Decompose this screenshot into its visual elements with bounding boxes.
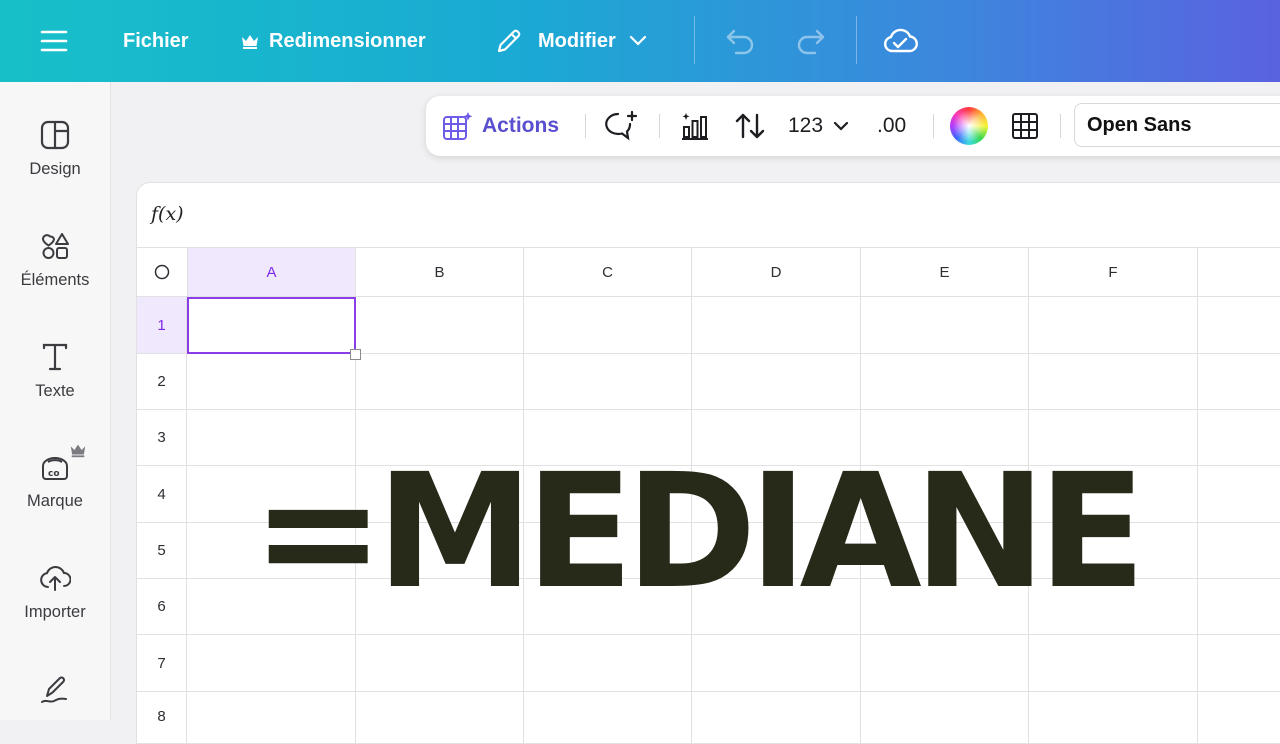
row-header-6[interactable]: 6 (137, 579, 187, 635)
file-menu-label: Fichier (123, 29, 189, 52)
select-all-corner[interactable] (137, 248, 188, 297)
sidebar-item-import[interactable]: Importer (0, 563, 110, 622)
circle-icon (154, 264, 170, 280)
grid-line (187, 634, 1280, 635)
formula-bar[interactable]: f(x) (137, 183, 1280, 248)
overlay-title: =MEDIANE (252, 439, 1146, 624)
edit-mode-label: Modifier (538, 29, 616, 52)
top-bar: Fichier Redimensionner Modifier (0, 0, 1280, 82)
file-menu-button[interactable]: Fichier (123, 0, 189, 82)
chevron-down-icon (833, 121, 849, 131)
decimal-label: .00 (877, 114, 907, 137)
grid-line (187, 409, 1280, 410)
fill-handle[interactable] (350, 349, 361, 360)
font-family-select[interactable]: Open Sans (1074, 103, 1280, 147)
selected-cell-a1[interactable] (187, 297, 356, 354)
row-header-2[interactable]: 2 (137, 354, 187, 410)
sidebar-item-text[interactable]: Texte (0, 342, 110, 401)
row-header-5[interactable]: 5 (137, 523, 187, 579)
hamburger-icon (40, 30, 68, 52)
magic-table-icon (443, 112, 473, 140)
left-sidebar: Design Éléments Texte co Marque Importer (0, 82, 111, 720)
cloud-check-icon (883, 28, 918, 53)
row-header-3[interactable]: 3 (137, 410, 187, 466)
undo-button[interactable] (724, 0, 756, 82)
row-header-8[interactable]: 8 (137, 692, 187, 743)
color-picker-button[interactable] (950, 96, 988, 156)
undo-icon (726, 29, 754, 55)
grid-line (187, 691, 1280, 692)
bar-chart-sparkle-icon (682, 113, 708, 140)
column-header-f[interactable]: F (1029, 248, 1198, 297)
number-format-dropdown[interactable]: 123 (788, 96, 850, 156)
actions-button[interactable]: Actions (442, 96, 559, 156)
crown-icon (70, 444, 86, 458)
sidebar-item-brand[interactable]: co Marque (0, 452, 110, 511)
sidebar-item-label: Éléments (20, 271, 90, 289)
grid-icon (1012, 113, 1038, 139)
text-icon (42, 343, 68, 371)
formula-label: f(x) (151, 203, 184, 225)
column-header-e[interactable]: E (861, 248, 1029, 297)
comment-button[interactable] (604, 96, 640, 156)
chevron-down-icon (629, 35, 646, 46)
toolbar-divider (659, 114, 660, 138)
row-header-1[interactable]: 1 (137, 297, 187, 354)
shapes-icon (41, 233, 69, 259)
table-borders-button[interactable] (1010, 96, 1040, 156)
crown-icon (242, 35, 258, 49)
column-header-b[interactable]: B (356, 248, 524, 297)
toolbar-divider (1060, 114, 1061, 138)
redo-icon (797, 29, 825, 55)
decimal-places-button[interactable]: .00 (877, 96, 906, 156)
column-header-c[interactable]: C (524, 248, 692, 297)
column-header-g[interactable]: G (1198, 248, 1280, 297)
brand-kit-icon: co (42, 457, 68, 480)
cloud-save-status-button[interactable] (882, 0, 918, 82)
cloud-upload-icon (40, 566, 71, 591)
font-family-label: Open Sans (1087, 113, 1192, 136)
sidebar-item-label: Importer (24, 603, 86, 621)
table-toolbar: Actions 123 .00 Open Sans (426, 96, 1280, 156)
chart-button[interactable] (679, 96, 711, 156)
row-header-7[interactable]: 7 (137, 635, 187, 692)
topbar-divider (856, 16, 857, 64)
resize-button[interactable]: Redimensionner (240, 0, 426, 82)
sidebar-item-design[interactable]: Design (0, 120, 110, 179)
sidebar-item-label: Design (29, 160, 81, 178)
row-header-4[interactable]: 4 (137, 466, 187, 523)
svg-text:co: co (48, 469, 60, 479)
resize-label: Redimensionner (269, 29, 426, 52)
color-wheel-icon (950, 107, 988, 145)
column-header-d[interactable]: D (692, 248, 861, 297)
sort-icon (735, 113, 765, 139)
actions-label: Actions (482, 114, 560, 137)
sidebar-item-elements[interactable]: Éléments (0, 231, 110, 290)
draw-pen-icon (41, 676, 67, 703)
toolbar-divider (933, 114, 934, 138)
column-header-a[interactable]: A (188, 248, 356, 297)
layout-icon (40, 120, 70, 150)
toolbar-divider (585, 114, 586, 138)
number-format-label: 123 (788, 114, 824, 137)
topbar-divider (694, 16, 695, 64)
sidebar-item-label: Marque (27, 492, 83, 510)
hamburger-menu-button[interactable] (40, 0, 68, 82)
sort-button[interactable] (734, 96, 766, 156)
comment-add-icon (605, 110, 638, 141)
edit-mode-button[interactable]: Modifier (494, 0, 648, 82)
pencil-icon (497, 29, 521, 53)
sidebar-item-label: Texte (35, 382, 75, 400)
redo-button[interactable] (795, 0, 827, 82)
sidebar-item-draw[interactable] (0, 674, 110, 716)
